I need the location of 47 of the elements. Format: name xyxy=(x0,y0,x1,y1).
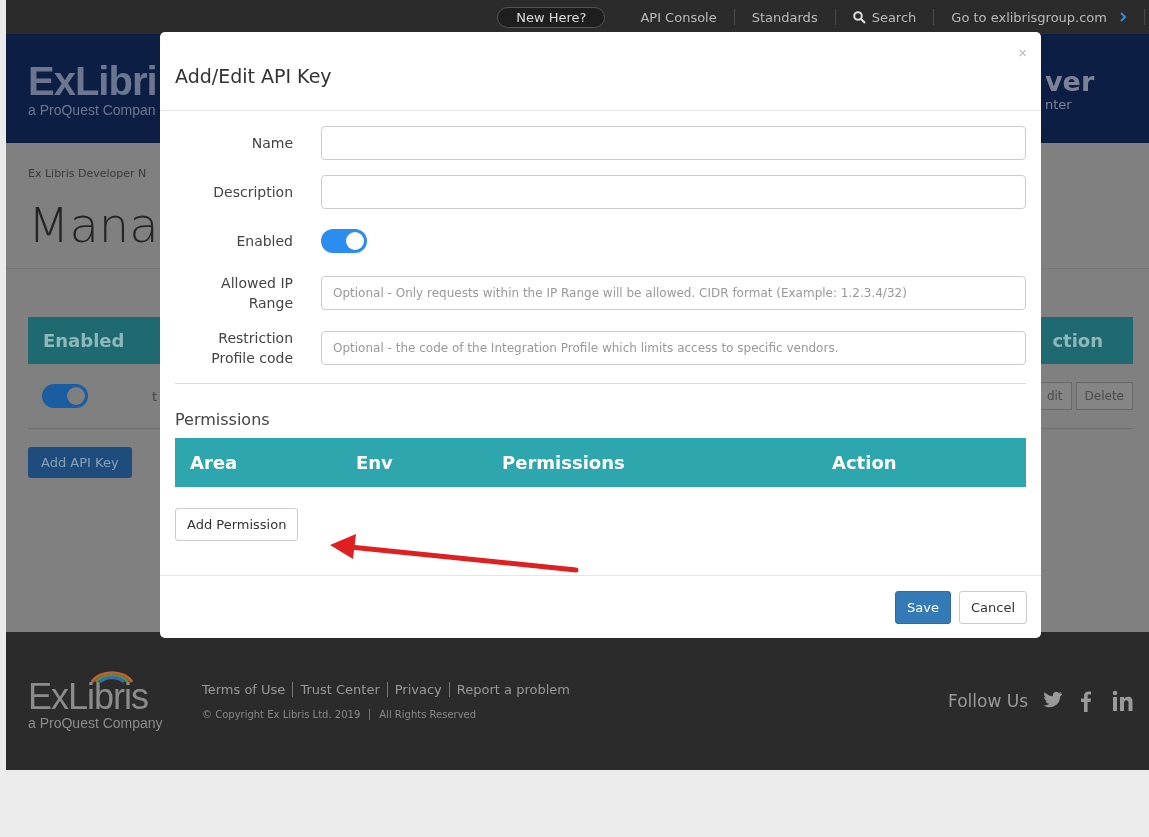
column-header: Permissions xyxy=(502,452,626,473)
dialog-title: Add/Edit API Key xyxy=(175,65,332,87)
header-title: ver xyxy=(1045,65,1096,97)
header-subtitle: nter xyxy=(1045,96,1073,112)
logo-text: ExLibri xyxy=(28,59,157,102)
toggle-switch[interactable] xyxy=(42,384,88,408)
add-permission-button[interactable]: Add Permission xyxy=(175,508,299,541)
breadcrumb: Ex Libris Developer N xyxy=(27,166,147,180)
input-field[interactable]: Optional - Only requests within the IP Range will be allowed. CIDR format (Example: 1.2.3.4/32) xyxy=(321,276,1026,310)
logo-text: ExLibris xyxy=(28,679,150,715)
input-field[interactable] xyxy=(321,126,1026,160)
new-here-button[interactable]: New Here? xyxy=(497,6,606,28)
logo-subtitle: a ProQuest Company xyxy=(28,715,164,731)
nav-link[interactable]: Standards xyxy=(734,9,835,25)
column-header: Area xyxy=(190,452,239,473)
field-label: Name xyxy=(250,134,293,153)
table-cell: t xyxy=(152,388,158,404)
column-header: ction xyxy=(1052,330,1103,351)
footer-link[interactable]: Trust Center xyxy=(292,682,387,697)
input-field[interactable] xyxy=(321,175,1026,209)
column-header: Action xyxy=(832,452,897,473)
cancel-button[interactable]: Cancel xyxy=(958,590,1027,624)
nav-link[interactable]: API Console xyxy=(623,9,734,25)
column-header: Env xyxy=(356,452,394,473)
footer-link[interactable]: Terms of Use xyxy=(202,682,293,697)
toggle-switch[interactable] xyxy=(321,229,367,253)
field-label: Enabled xyxy=(235,232,293,251)
add-api-key-button[interactable]: Add API Key xyxy=(28,447,132,478)
section-heading: Permissions xyxy=(175,410,271,429)
logo-subtitle: a ProQuest Compan xyxy=(28,101,157,118)
field-label: Description xyxy=(212,183,293,202)
field-label: Allowed IP Range xyxy=(220,274,293,313)
follow-us-label: Follow Us xyxy=(947,691,1028,711)
nav-link[interactable]: Go to exlibrisgroup.com xyxy=(934,9,1144,25)
footer-link[interactable]: Privacy xyxy=(386,682,449,697)
field-label: Restriction Profile code xyxy=(210,329,293,368)
input-field[interactable]: Optional - the code of the Integration Profile which limits access to specific vendors. xyxy=(321,331,1026,365)
search-icon xyxy=(852,10,866,24)
page-title: Mana xyxy=(27,196,159,252)
search-link[interactable]: Search xyxy=(835,9,934,25)
copyright-text: © Copyright Ex Libris Ltd. 2019 xyxy=(202,709,362,720)
copyright-text: All Rights Reserved xyxy=(369,709,486,720)
chevron-icon xyxy=(1119,12,1127,22)
column-header: Enabled xyxy=(43,330,125,351)
footer-link[interactable]: Report a problem xyxy=(448,682,577,697)
letters-in-icon xyxy=(1112,690,1133,712)
save-button[interactable]: Save xyxy=(895,590,951,624)
